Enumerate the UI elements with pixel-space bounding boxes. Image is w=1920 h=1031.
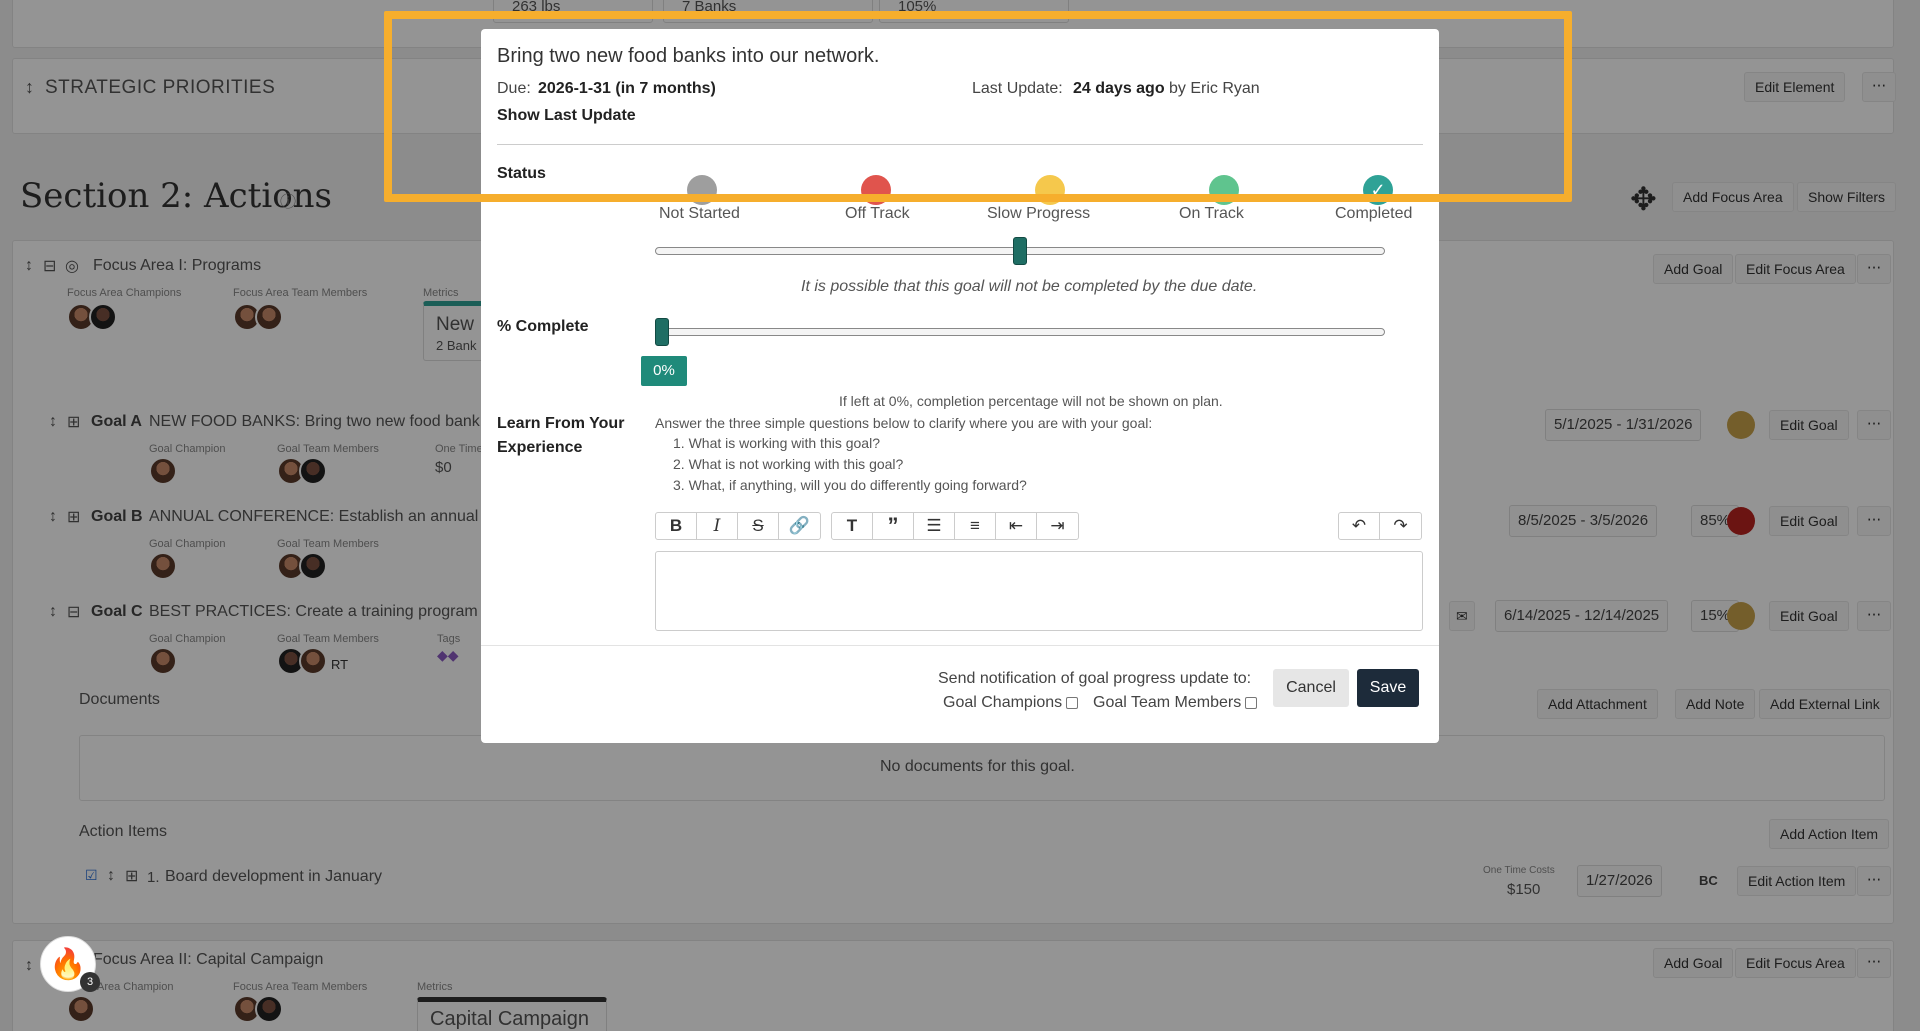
undo-icon[interactable]: ↶ xyxy=(1339,513,1380,539)
experience-editor[interactable] xyxy=(655,551,1423,631)
question-item: 2. What is not working with this goal? xyxy=(673,456,904,472)
cancel-button[interactable]: Cancel xyxy=(1273,669,1349,707)
highlight-frame xyxy=(384,11,1572,202)
notify-champions-option[interactable]: Goal Champions xyxy=(943,694,1079,712)
status-option-label[interactable]: On Track xyxy=(1179,205,1244,223)
notify-team-checkbox[interactable] xyxy=(1245,696,1258,709)
notify-champions-checkbox[interactable] xyxy=(1066,696,1079,709)
notify-champions-label: Goal Champions xyxy=(943,694,1063,711)
footer-divider xyxy=(481,645,1439,646)
learn-intro: Answer the three simple questions below … xyxy=(655,415,1153,431)
outdent-icon[interactable]: ⇤ xyxy=(996,513,1037,539)
status-note: It is possible that this goal will not b… xyxy=(801,278,1258,295)
status-slider-handle[interactable] xyxy=(1013,237,1027,265)
notify-label: Send notification of goal progress updat… xyxy=(938,670,1252,687)
percent-slider-handle[interactable] xyxy=(655,318,669,346)
save-button[interactable]: Save xyxy=(1357,669,1419,707)
italic-icon[interactable]: I xyxy=(697,513,738,539)
block-toolbar: T ” ☰ ≡ ⇤ ⇥ xyxy=(831,512,1079,540)
question-item: 3. What, if anything, will you do differ… xyxy=(673,477,1027,493)
notification-count: 3 xyxy=(80,972,100,992)
status-option-label[interactable]: Completed xyxy=(1335,205,1412,223)
status-option-label[interactable]: Off Track xyxy=(845,205,910,223)
percent-value-badge: 0% xyxy=(641,356,687,386)
learn-label: Learn From Your xyxy=(497,415,625,432)
percent-slider-track[interactable] xyxy=(655,328,1385,336)
quote-icon[interactable]: ” xyxy=(873,513,914,539)
bullet-list-icon[interactable]: ☰ xyxy=(914,513,955,539)
history-toolbar: ↶ ↷ xyxy=(1338,512,1422,540)
format-toolbar: B I S 🔗 xyxy=(655,512,821,540)
question-item: 1. What is working with this goal? xyxy=(673,435,880,451)
indent-icon[interactable]: ⇥ xyxy=(1037,513,1078,539)
percent-note: If left at 0%, completion percentage wil… xyxy=(839,393,1223,409)
bold-icon[interactable]: B xyxy=(656,513,697,539)
notify-team-label: Goal Team Members xyxy=(1093,694,1242,711)
strikethrough-icon[interactable]: S xyxy=(738,513,779,539)
status-option-label[interactable]: Slow Progress xyxy=(987,205,1090,223)
status-option-label[interactable]: Not Started xyxy=(659,205,740,223)
link-icon[interactable]: 🔗 xyxy=(779,513,820,539)
percent-label: % Complete xyxy=(497,318,589,335)
heading-icon[interactable]: T xyxy=(832,513,873,539)
redo-icon[interactable]: ↷ xyxy=(1380,513,1421,539)
notify-team-option[interactable]: Goal Team Members xyxy=(1093,694,1258,712)
learn-label: Experience xyxy=(497,439,583,456)
numbered-list-icon[interactable]: ≡ xyxy=(955,513,996,539)
